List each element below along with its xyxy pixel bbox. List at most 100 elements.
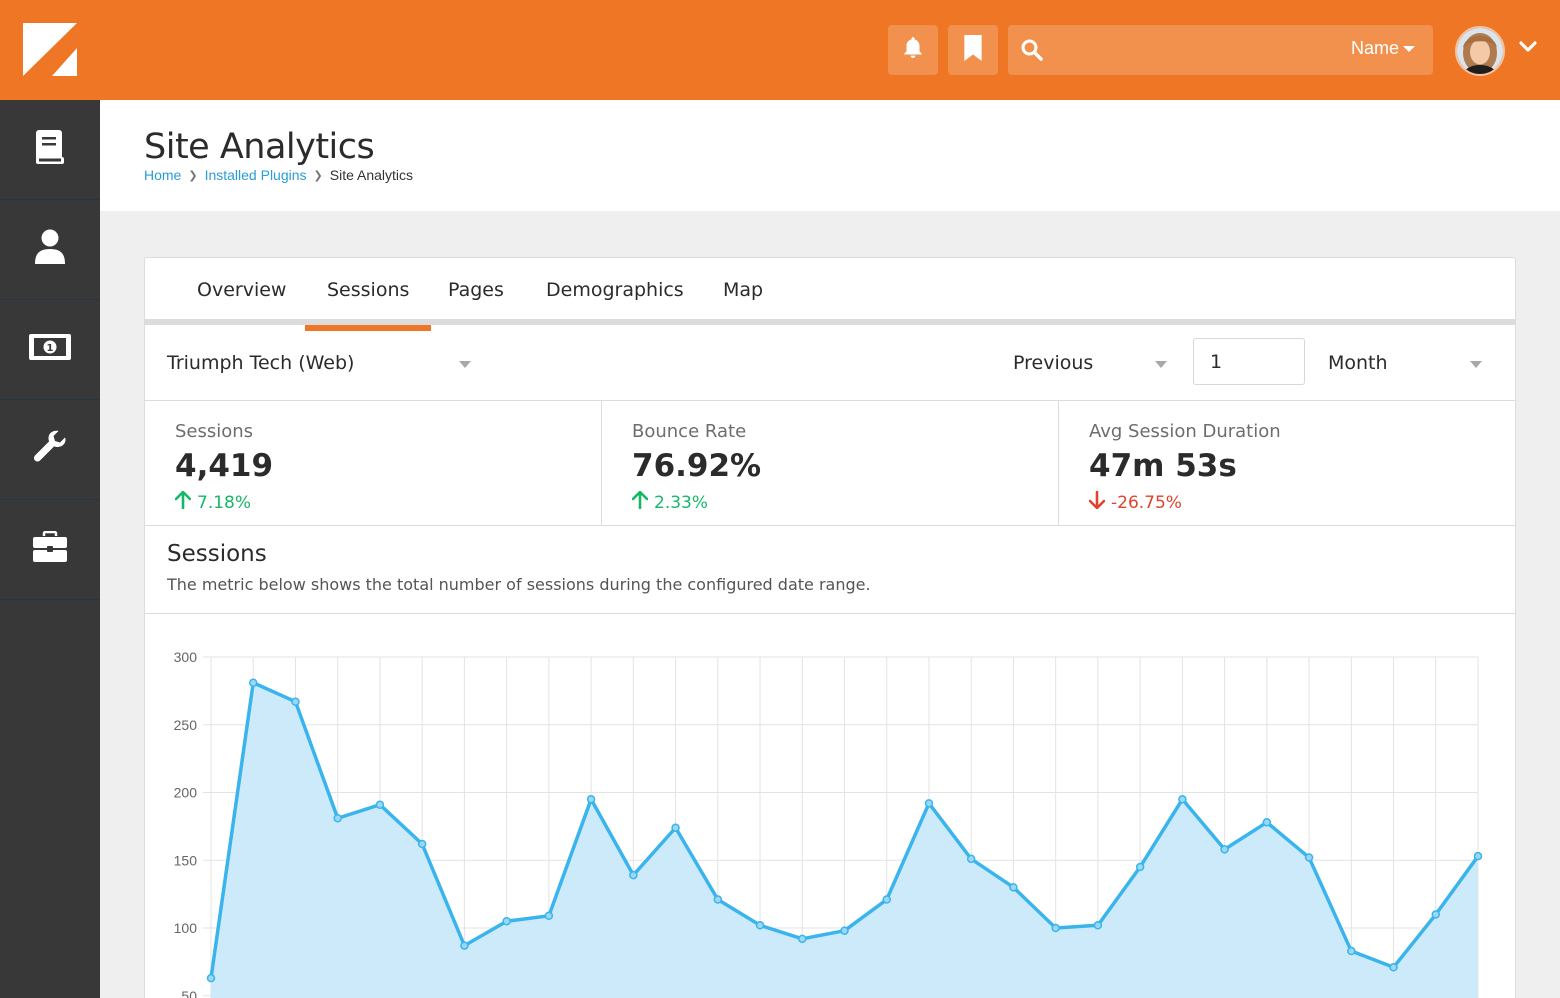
page-header: Site Analytics Home ❯ Installed Plugins …: [100, 100, 1560, 211]
kpi-card-sessions: Sessions 4,419 7.18%: [145, 401, 602, 526]
data-point: [502, 916, 511, 926]
user-icon: [34, 229, 66, 270]
data-point: [417, 839, 427, 849]
data-point: [1178, 795, 1187, 804]
sessions-chart-svg: 50 100 150 200 250 300: [174, 649, 1483, 998]
chart-section-title: Sessions: [167, 541, 267, 567]
search-scope-dropdown[interactable]: Name: [1351, 38, 1415, 59]
search-box: Name: [1008, 25, 1433, 75]
tab-map[interactable]: Map: [701, 258, 785, 325]
data-point: [333, 813, 342, 823]
breadcrumb-home[interactable]: Home: [144, 167, 181, 183]
sidebar: 1: [0, 100, 100, 998]
kpi-row: Sessions 4,419 7.18% Bounce Rate 76.92% …: [145, 401, 1515, 526]
kpi-delta: 7.18%: [174, 490, 251, 514]
data-point: [629, 870, 638, 880]
caret-down-icon: [1470, 361, 1482, 368]
site-select[interactable]: Triumph Tech (Web): [167, 325, 477, 401]
caret-down-icon: [459, 361, 471, 368]
data-point: [1135, 862, 1145, 872]
kpi-delta-value: 2.33%: [654, 492, 709, 513]
kpi-value: 47m 53s: [1089, 448, 1237, 484]
kpi-delta: -26.75%: [1088, 490, 1182, 514]
kpi-delta: 2.33%: [631, 490, 709, 514]
data-point: [1389, 963, 1398, 972]
breadcrumb: Home ❯ Installed Plugins ❯ Site Analytic…: [144, 167, 413, 183]
data-point: [586, 795, 596, 804]
kpi-card-avg-session-duration: Avg Session Duration 47m 53s -26.75%: [1059, 401, 1515, 526]
y-tick-label: 150: [174, 852, 198, 868]
wrench-icon: [32, 429, 68, 470]
sidebar-item-admin-tools[interactable]: [0, 400, 100, 500]
sidebar-item-finance[interactable]: 1: [0, 300, 100, 400]
search-icon[interactable]: [1020, 38, 1044, 67]
chevron-right-icon: ❯: [188, 169, 198, 182]
data-point: [713, 895, 723, 904]
breadcrumb-installed-plugins[interactable]: Installed Plugins: [205, 167, 307, 183]
avatar[interactable]: [1455, 26, 1505, 76]
tab-demographics[interactable]: Demographics: [524, 258, 706, 325]
kpi-label: Sessions: [175, 421, 254, 442]
kpi-delta-value: -26.75%: [1111, 492, 1182, 513]
data-point: [291, 697, 300, 706]
site-select-value: Triumph Tech (Web): [167, 352, 355, 374]
y-tick-label: 50: [181, 988, 197, 998]
sidebar-item-content[interactable]: [0, 100, 100, 200]
kpi-value: 76.92%: [632, 448, 762, 484]
data-point: [1093, 921, 1103, 930]
data-point: [460, 941, 469, 950]
analytics-panel: Overview Sessions Pages Demographics Map…: [144, 257, 1516, 998]
money-icon: 1: [29, 334, 71, 365]
sessions-chart: 50 100 150 200 250 300: [145, 615, 1515, 998]
data-point: [798, 934, 807, 944]
arrow-down-icon: [1088, 490, 1106, 514]
notifications-button[interactable]: [888, 25, 938, 75]
chart-header: Sessions The metric below shows the tota…: [145, 527, 1515, 614]
kpi-value: 4,419: [175, 448, 274, 484]
data-point: [882, 895, 891, 904]
data-point: [755, 921, 765, 930]
data-point: [840, 926, 849, 935]
data-point: [966, 854, 976, 864]
chart-section-description: The metric below shows the total number …: [167, 575, 871, 594]
logo-icon[interactable]: [0, 0, 100, 100]
bookmark-icon: [962, 34, 984, 66]
range-count-input[interactable]: [1193, 338, 1305, 385]
data-point: [1347, 946, 1356, 956]
caret-down-icon: [1403, 45, 1415, 52]
y-tick-label: 200: [174, 785, 198, 801]
data-point: [924, 799, 934, 808]
filter-row: Triumph Tech (Web) Previous Month: [145, 325, 1515, 401]
y-tick-label: 250: [174, 717, 198, 733]
caret-down-icon: [1155, 361, 1167, 368]
bell-icon: [900, 35, 926, 66]
sidebar-item-jobs[interactable]: [0, 500, 100, 600]
sidebar-item-people[interactable]: [0, 200, 100, 300]
range-mode-select[interactable]: Previous: [1013, 325, 1173, 401]
data-point: [206, 973, 216, 983]
search-input[interactable]: [1058, 33, 1318, 67]
user-menu-chevron-icon[interactable]: [1518, 40, 1538, 59]
arrow-up-icon: [631, 490, 649, 514]
arrow-up-icon: [174, 490, 192, 514]
top-bar: Name: [0, 0, 1560, 100]
data-point: [1473, 851, 1483, 861]
breadcrumb-current: Site Analytics: [329, 167, 414, 183]
data-point: [248, 678, 258, 687]
tab-pages[interactable]: Pages: [426, 258, 526, 325]
data-point: [1431, 910, 1441, 919]
data-point: [1009, 883, 1018, 892]
y-tick-label: 300: [174, 649, 198, 665]
kpi-card-bounce-rate: Bounce Rate 76.92% 2.33%: [602, 401, 1059, 526]
tab-bar: Overview Sessions Pages Demographics Map: [145, 258, 1515, 331]
y-tick-label: 100: [174, 920, 198, 936]
svg-text:1: 1: [47, 343, 54, 354]
range-unit-select[interactable]: Month: [1328, 325, 1488, 401]
chevron-right-icon: ❯: [313, 169, 323, 182]
data-point: [1051, 923, 1060, 933]
bookmarks-button[interactable]: [948, 25, 998, 75]
briefcase-icon: [32, 530, 68, 568]
tab-overview[interactable]: Overview: [175, 258, 308, 325]
tab-sessions[interactable]: Sessions: [305, 258, 432, 331]
range-mode-value: Previous: [1013, 352, 1094, 374]
